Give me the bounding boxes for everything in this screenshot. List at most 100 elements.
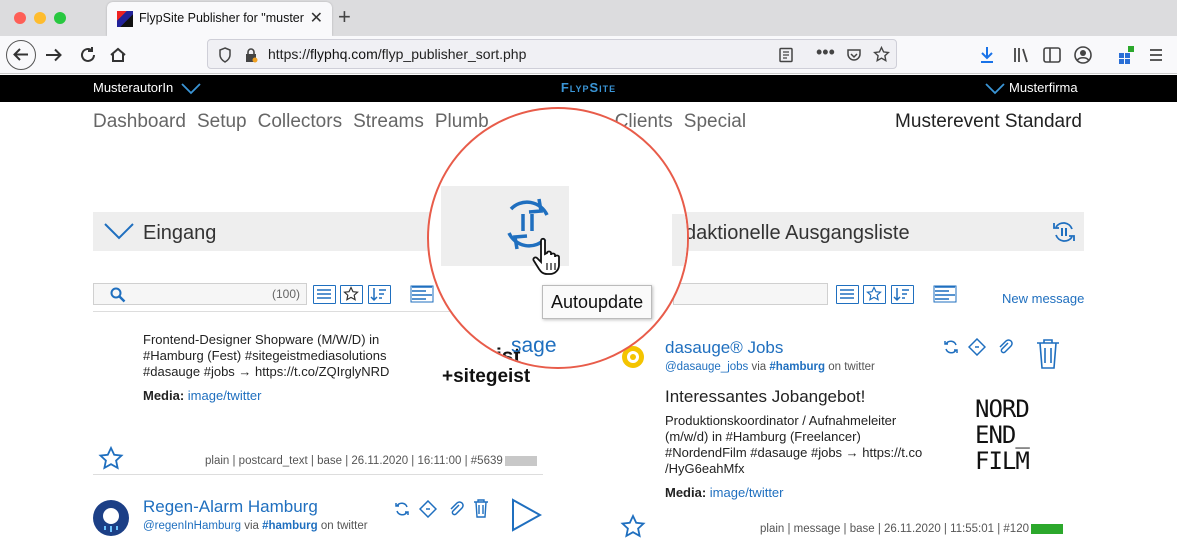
nav-streams[interactable]: Streams xyxy=(353,111,424,132)
outbox-favorites-button[interactable] xyxy=(863,285,886,304)
list-icon xyxy=(317,289,331,299)
media-link[interactable]: image/twitter xyxy=(710,485,784,500)
refresh-icon[interactable] xyxy=(942,338,960,356)
home-button[interactable] xyxy=(106,42,130,68)
close-window-button[interactable] xyxy=(14,12,26,24)
event-name: Musterevent Standard xyxy=(895,111,1082,132)
text-line: #NordendFilm #dasauge #jobs → https://t.… xyxy=(665,445,923,460)
favorite-star-button[interactable] xyxy=(98,445,124,477)
text-line: /HyG6eahMfx xyxy=(665,461,745,476)
meta-text: plain | postcard_text | base | 26.11.202… xyxy=(205,455,503,467)
new-message-link[interactable]: New message xyxy=(1002,291,1084,306)
autoupdate-pause-icon[interactable] xyxy=(1051,219,1077,245)
collapse-chevron-icon[interactable] xyxy=(103,222,135,240)
lock-icon[interactable] xyxy=(244,47,258,63)
nav-setup[interactable]: Setup xyxy=(197,111,247,132)
navigation-toolbar: https://flyphq.com/flyp_publisher_sort.p… xyxy=(0,36,1177,74)
inbox-title: Eingang xyxy=(143,222,217,244)
sort-button[interactable] xyxy=(368,285,391,304)
hashtag-link[interactable]: #hamburg xyxy=(262,520,318,532)
nav-plumbing[interactable]: Plumb xyxy=(435,111,489,132)
refresh-icon[interactable] xyxy=(393,500,411,518)
reader-view-icon[interactable] xyxy=(778,47,794,63)
sort-icon xyxy=(370,288,386,302)
inbox-search-input[interactable]: (100) xyxy=(93,283,307,305)
trash-icon[interactable] xyxy=(472,498,490,518)
company-name: Musterfirma xyxy=(1009,80,1078,95)
url-bar[interactable]: https://flyphq.com/flyp_publisher_sort.p… xyxy=(207,39,897,69)
delete-button[interactable] xyxy=(1035,338,1061,375)
zoomed-panel-bg-right xyxy=(672,214,687,266)
zoom-window-button[interactable] xyxy=(54,12,66,24)
page-actions-icon[interactable]: ••• xyxy=(816,42,835,63)
dasauge-title[interactable]: dasauge® Jobs xyxy=(665,338,783,358)
nav-dashboard[interactable]: Dashboard xyxy=(93,111,186,132)
url-text: https://flyphq.com/flyp_publisher_sort.p… xyxy=(268,46,527,62)
company-menu[interactable]: Musterfirma xyxy=(985,80,1078,95)
regen-handle[interactable]: @regenInHamburg xyxy=(143,520,241,532)
inbox-count: (100) xyxy=(271,287,300,301)
menu-icon[interactable] xyxy=(1148,46,1164,64)
outbox-panel-header: daktionelle Ausgangsliste xyxy=(673,212,1084,251)
list-view-button[interactable] xyxy=(313,285,336,304)
text-line: #Hamburg (Fest) #sitegeistmediasolutions xyxy=(143,348,387,363)
star-icon xyxy=(343,286,359,301)
forward-arrow-icon xyxy=(46,48,62,62)
text-lines-icon xyxy=(410,285,434,303)
minimize-window-button[interactable] xyxy=(34,12,46,24)
hashtag-link[interactable]: #hamburg xyxy=(769,361,825,373)
on-text: on twitter xyxy=(320,520,368,532)
search-icon xyxy=(110,287,126,303)
new-tab-button[interactable]: + xyxy=(338,4,351,30)
reload-button[interactable] xyxy=(76,42,100,68)
sidebar-icon[interactable] xyxy=(1042,45,1062,65)
dasauge-source: @dasauge_jobs via #hamburg on twitter xyxy=(665,361,875,373)
text-view-button[interactable] xyxy=(410,285,434,304)
browser-tab[interactable]: FlypSite Publisher for "musterfi ✕ xyxy=(107,2,332,36)
tab-strip: FlypSite Publisher for "musterfi ✕ + xyxy=(0,0,1177,36)
regen-avatar xyxy=(93,500,129,536)
regen-title[interactable]: Regen-Alarm Hamburg xyxy=(143,497,318,517)
dasauge-text: Produktionskoordinator / Aufnahmeleiter … xyxy=(665,413,940,477)
via-text: via xyxy=(751,361,767,373)
media-link[interactable]: image/twitter xyxy=(188,388,262,403)
publish-play-button[interactable] xyxy=(510,498,543,537)
account-icon[interactable] xyxy=(1073,45,1093,65)
forward-button[interactable] xyxy=(42,42,66,68)
library-icon[interactable] xyxy=(1012,45,1032,65)
favorite-star-button[interactable] xyxy=(620,513,646,539)
outbox-search-input[interactable] xyxy=(673,283,828,305)
back-button[interactable] xyxy=(6,40,36,70)
main-navigation: Dashboard Setup Collectors Streams Plumb Clie… xyxy=(93,111,757,137)
outbox-sort-button[interactable] xyxy=(891,285,914,304)
bookmark-star-icon[interactable] xyxy=(873,46,890,63)
nav-collectors[interactable]: Collectors xyxy=(258,111,342,132)
text-lines-icon xyxy=(933,285,957,303)
outbox-list-view-button[interactable] xyxy=(836,285,859,304)
extensions-icon[interactable] xyxy=(1116,44,1136,66)
site-header: MusterautorIn FlypSite Musterfirma xyxy=(0,75,1177,102)
paperclip-icon[interactable] xyxy=(446,500,464,518)
outbox-text-view-button[interactable] xyxy=(933,285,957,304)
pocket-icon[interactable] xyxy=(846,47,862,63)
favicon-icon xyxy=(117,11,133,27)
back-arrow-icon xyxy=(12,48,28,61)
download-icon[interactable] xyxy=(978,45,996,65)
star-outline-icon xyxy=(98,445,124,470)
regen-source: @regenInHamburg via #hamburg on twitter xyxy=(143,520,368,532)
autoupdate-tooltip: Autoupdate xyxy=(542,285,653,319)
text-line: Frontend-Designer Shopware (M/W/D) in xyxy=(143,332,380,347)
text-line: Produktionskoordinator / Aufnahmeleiter xyxy=(665,413,897,428)
trash-icon xyxy=(1037,339,1059,369)
zoomed-sitegeist-logo: +sitegeist xyxy=(427,345,521,368)
paperclip-icon[interactable] xyxy=(995,338,1013,356)
tag-icon[interactable] xyxy=(968,337,987,357)
tab-close-icon[interactable]: ✕ xyxy=(310,8,323,28)
nav-special[interactable]: Special xyxy=(684,111,746,132)
tab-title: FlypSite Publisher for "musterfi xyxy=(139,11,304,25)
dasauge-meta: plain | message | base | 26.11.2020 | 11… xyxy=(760,523,1063,535)
shield-icon[interactable] xyxy=(218,47,232,63)
dasauge-handle[interactable]: @dasauge_jobs xyxy=(665,361,748,373)
favorites-filter-button[interactable] xyxy=(340,285,363,304)
tag-icon[interactable] xyxy=(419,499,438,519)
